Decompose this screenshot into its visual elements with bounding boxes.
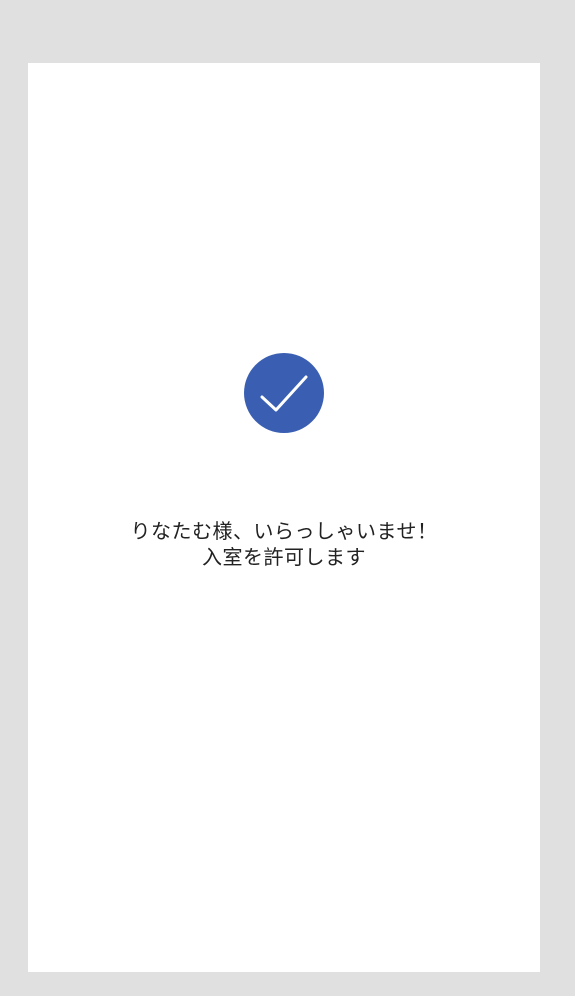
result-card: りなたむ様、いらっしゃいませ！ 入室を許可します [28,63,540,972]
success-badge [244,353,324,433]
entry-permission-text: 入室を許可します [202,545,366,569]
checkmark-icon [260,375,308,412]
welcome-greeting: りなたむ様、いらっしゃいませ！ [130,519,438,543]
welcome-message: りなたむ様、いらっしゃいませ！ 入室を許可します [28,518,540,570]
